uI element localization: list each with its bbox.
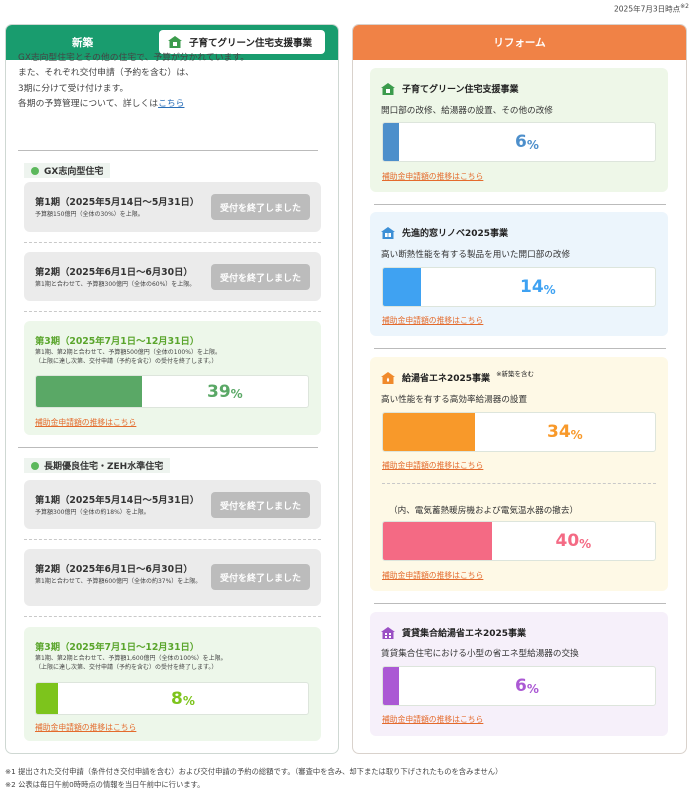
progress-bar: 39% [35,375,309,408]
progress-fill [36,376,142,407]
progress-percent: 39% [207,381,243,402]
timestamp: 2025年7月3日時点※2 [614,3,689,14]
period-note: 第1期と合わせて、予算額600億円（全体の約37%）を上限。 [35,578,202,585]
period-card: 第1期（2025年5月14日〜5月31日） 予算額150億円（全体の30%）を上… [24,182,321,232]
program-title: 子育てグリーン住宅支援事業 [381,82,519,95]
closed-button[interactable]: 受付を終了しました [211,564,310,590]
program-desc: 賃貸集合住宅における小型の省エネ型給湯器の交換 [381,649,579,659]
application-trend-link[interactable]: 補助金申請額の推移はこちら [382,714,483,725]
closed-button[interactable]: 受付を終了しました [211,194,310,220]
house-icon [168,36,182,48]
progress-percent: 6% [515,676,539,696]
program-title: 先進的窓リノベ2025事業 [381,226,508,239]
window-house-icon [381,226,395,239]
apartment-icon [381,626,395,639]
divider [374,204,666,205]
closed-button[interactable]: 受付を終了しました [211,492,310,518]
progress-bar: 6% [382,666,656,706]
period-title: 第1期（2025年5月14日〜5月31日） [35,197,200,208]
period-note: 予算額300億円（全体の約18%）を上限。 [35,509,150,516]
progress-bar: 6% [382,122,656,162]
period-note: 予算額150億円（全体の30%）を上限。 [35,211,144,218]
details-link[interactable]: こちら [158,99,184,109]
application-trend-link[interactable]: 補助金申請額の推移はこちら [382,460,483,471]
divider [374,603,666,604]
progress-bar: 34% [382,412,656,452]
progress-bar: 8% [35,682,309,715]
progress-fill [383,268,421,306]
closed-button[interactable]: 受付を終了しました [211,264,310,290]
progress-fill [383,413,475,451]
program-title: 賃貸集合給湯省エネ2025事業 [381,626,526,639]
period-card: 第2期（2025年6月1日〜6月30日） 第1期と合わせて、予算額600億円（全… [24,549,321,606]
application-trend-link[interactable]: 補助金申請額の推移はこちら [35,722,136,733]
application-trend-link[interactable]: 補助金申請額の推移はこちら [382,171,483,182]
footnote: ※2 公表は毎日午前0時時点の情報を当日午前中に行います。 [5,779,205,789]
footnote: ※1 提出された交付申請（条件付き交付申請を含む）および交付申請の予約の総額です… [5,767,503,776]
period-title: 第3期（2025年7月1日〜12月31日） [35,336,200,347]
progress-bar: 14% [382,267,656,307]
reform-title: リフォーム [493,37,546,49]
progress-fill [36,683,58,714]
period-title: 第2期（2025年6月1日〜6月30日） [35,267,193,278]
period-note: 第1期、第2期と合わせて、予算額1,600億円（全体の100%）を上限。 （上限に… [35,655,227,671]
section-label-gx: GX志向型住宅 [24,163,111,178]
period-note: 第1期と合わせて、予算額300億円（全体の60%）を上限。 [35,281,196,288]
program-desc: 開口部の改修、給湯器の設置、その他の改修 [381,106,553,116]
period-title: 第3期（2025年7月1日〜12月31日） [35,642,200,653]
progress-percent: 6% [515,132,539,152]
water-heater-house-icon [381,371,395,384]
progress-percent: 34% [547,422,583,442]
program-desc: 高い性能を有する高効率給湯器の設置 [381,395,528,405]
footnotes: ※1 提出された交付申請（条件付き交付申請を含む）および交付申請の予約の総額です… [5,766,502,791]
period-note: 第1期、第2期と合わせて、予算額500億円（全体の100%）を上限。 （上限に達し… [35,349,221,365]
dashed-divider [24,311,321,312]
dashed-divider [24,242,321,243]
reform-header: リフォーム [353,25,686,60]
new-build-intro: GX志向型住宅とその他の住宅で、予算が分かれています。 また、それぞれ交付申請（… [18,53,250,109]
application-trend-link[interactable]: 補助金申請額の推移はこちら [382,315,483,326]
period-card: 第1期（2025年5月14日〜5月31日） 予算額300億円（全体の約18%）を… [24,480,321,529]
dashed-divider [24,616,321,617]
dashed-divider [24,539,321,540]
new-build-title: 新築 [72,37,93,49]
progress-percent: 14% [520,277,556,297]
bullet-icon [31,461,39,470]
progress-bar: 40% [382,521,656,561]
period-title: 第2期（2025年6月1日〜6月30日） [35,564,193,575]
progress-percent: 40% [555,531,592,551]
progress-percent: 8% [171,688,195,709]
section-label-long-term: 長期優良住宅・ZEH水準住宅 [24,458,171,473]
divider [374,348,666,349]
program-sub-desc: （内、電気蓄熱暖房機および電気温水器の撤去） [389,506,579,516]
program-title: 給湯省エネ2025事業 ※新築を含む [381,369,535,384]
period-card: 第2期（2025年6月1日〜6月30日） 第1期と合わせて、予算額300億円（全… [24,252,321,301]
progress-fill [383,123,399,161]
divider [18,150,318,151]
progress-fill [383,522,492,560]
dashed-divider [382,483,656,484]
application-trend-link[interactable]: 補助金申請額の推移はこちら [382,570,483,581]
program-desc: 高い断熱性能を有する製品を用いた開口部の改修 [381,250,571,260]
application-trend-link[interactable]: 補助金申請額の推移はこちら [35,417,136,428]
bullet-icon [31,166,39,175]
period-title: 第1期（2025年5月14日〜5月31日） [35,495,200,506]
program-note: ※新築を含む [496,369,535,378]
progress-fill [383,667,399,705]
divider [18,447,318,448]
house-icon [381,82,395,95]
